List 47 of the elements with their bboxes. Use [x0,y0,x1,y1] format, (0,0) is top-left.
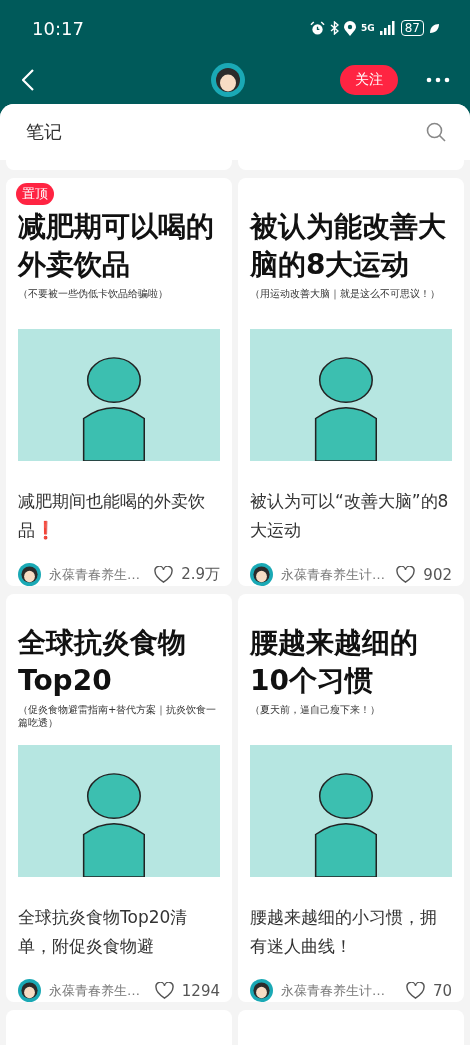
note-caption: 全球抗炎食物Top20清单，附促炎食物避 [17,906,189,958]
like-count: 2.9万 [181,565,220,584]
author-name[interactable]: 永葆青春养生… [49,565,147,584]
cover-subtitle: （夏天前，逼自己瘦下来！） [250,703,381,716]
more-icon[interactable] [426,77,450,83]
like-count: 902 [423,565,452,584]
network-label: 5G [361,23,375,33]
status-time: 10:17 [32,17,84,39]
location-icon [344,20,357,36]
note-caption: 被认为可以“改善大脑”的8大运动 [249,490,450,542]
heart-icon[interactable] [396,566,416,583]
cover-title: 减肥期可以喝的外卖饮品 [18,209,215,283]
note-card[interactable]: 置顶 减肥期可以喝的外卖饮品 （不要被一些伪低卡饮品给骗啦） 减肥期间也能喝的外卖饮品❗ 永葆青春养生… 2.9万 [6,178,232,586]
battery-indicator: 87 [400,20,424,36]
avatar-icon[interactable] [211,63,245,97]
cover-subtitle: （促炎食物避雷指南+替代方案｜抗炎饮食一篇吃透） [18,703,218,729]
avatar-icon [250,563,273,586]
pinned-badge: 置顶 [16,183,54,205]
note-card[interactable]: 腰越来越细的10个习惯 （夏天前，逼自己瘦下来！） 腰越来越细的小习惯，拥有迷人曲线！ 永葆青春养生计… 70 [238,594,464,1002]
back-icon[interactable] [22,69,34,91]
like-count: 1294 [181,981,220,1000]
note-card[interactable]: 被认为能改善大脑的8大运动 （用运动改善大脑｜就是这么不可思议！） 被认为可以“改善大脑”的8大运动 永葆青春养生计… 902 [238,178,464,586]
avatar-icon [18,979,41,1002]
note-caption: 腰越来越细的小习惯，拥有迷人曲线！ [249,906,438,958]
heart-icon[interactable] [154,982,174,999]
bluetooth-icon [330,21,340,35]
cover-title: 被认为能改善大脑的8大运动 [250,209,447,283]
author-name[interactable]: 永葆青春养生计… [281,565,389,584]
leaf-icon [429,22,440,34]
author-name[interactable]: 永葆青春养生… [49,981,147,1000]
heart-icon[interactable] [154,566,174,583]
avatar-icon [18,563,41,586]
signal-icon [379,21,396,35]
cover-title: 全球抗炎食物Top20 [18,625,187,699]
follow-button[interactable]: 关注 [340,65,398,95]
alarm-icon [310,20,326,36]
heart-icon[interactable] [405,982,425,999]
cover-title: 腰越来越细的10个习惯 [250,625,419,699]
avatar-icon [250,979,273,1002]
search-icon[interactable] [426,122,446,142]
cover-subtitle: （不要被一些伪低卡饮品给骗啦） [18,287,169,300]
like-count: 70 [432,981,452,1000]
notes-tab[interactable]: 笔记 [26,120,62,144]
note-caption: 减肥期间也能喝的外卖饮品❗ [17,490,206,542]
cover-subtitle: （用运动改善大脑｜就是这么不可思议！） [250,287,441,300]
author-name[interactable]: 永葆青春养生计… [281,981,398,1000]
note-card[interactable]: 全球抗炎食物Top20 （促炎食物避雷指南+替代方案｜抗炎饮食一篇吃透） 全球抗炎食物Top20清单，附促炎食物避 永葆青春养生… 1294 [6,594,232,1002]
